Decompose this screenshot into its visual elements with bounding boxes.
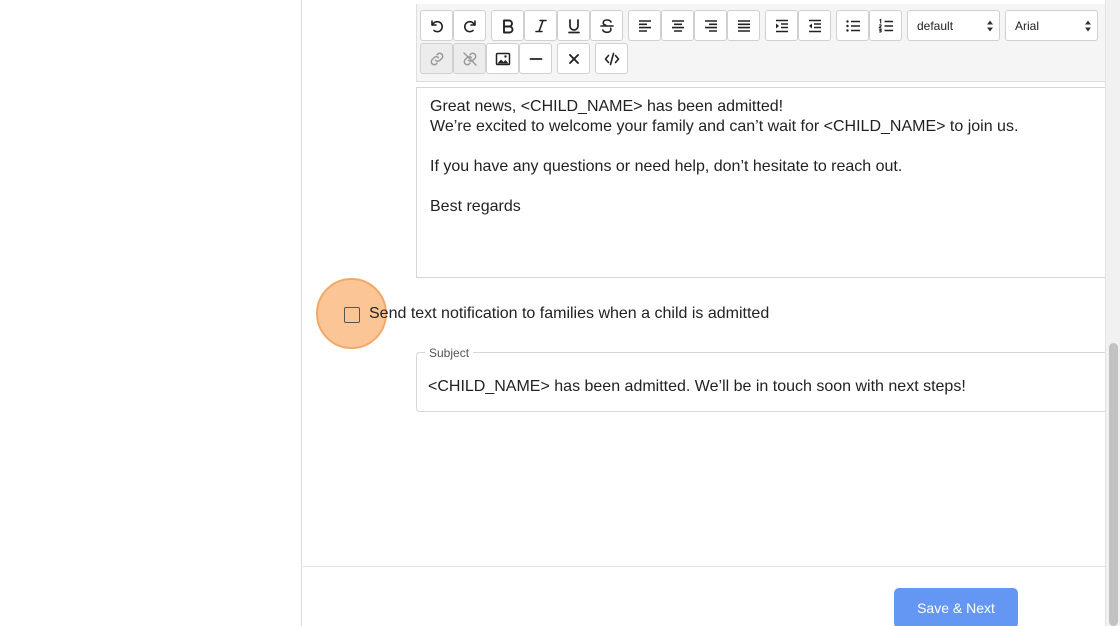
email-body-editor[interactable]: Great news, <CHILD_NAME> has been admitt… (416, 87, 1116, 278)
paragraph-style-value: default (917, 18, 954, 33)
numbered-list-icon (878, 18, 893, 33)
undo-button[interactable] (420, 10, 453, 41)
font-family-value: Arial (1015, 18, 1040, 33)
strikethrough-button[interactable] (590, 10, 623, 41)
image-icon (495, 52, 510, 65)
align-justify-icon (737, 19, 750, 32)
align-justify-button[interactable] (727, 10, 760, 41)
outdent-button[interactable] (798, 10, 831, 41)
numbered-list-button[interactable] (869, 10, 902, 41)
subject-field[interactable]: Subject <CHILD_NAME> has been admitted. … (416, 346, 1116, 412)
editor-line: Best regards (430, 198, 521, 215)
outdent-icon (808, 19, 821, 32)
editor-line (430, 137, 1103, 157)
horizontal-rule-button[interactable] (519, 43, 552, 74)
vertical-scrollbar[interactable] (1105, 0, 1120, 626)
select-arrows-icon (1085, 20, 1091, 32)
italic-icon (534, 19, 547, 32)
left-panel (0, 0, 302, 626)
editor-line: We’re excited to welcome your family and… (430, 118, 1019, 135)
editor-toolbar: default Arial (416, 4, 1116, 82)
redo-icon (463, 19, 476, 32)
code-view-button[interactable] (595, 43, 628, 74)
indent-button[interactable] (765, 10, 798, 41)
align-left-icon (638, 19, 651, 32)
editor-line: Great news, <CHILD_NAME> has been admitt… (430, 98, 784, 115)
bold-button[interactable] (491, 10, 524, 41)
editor-line (430, 177, 1103, 197)
email-template-editor: default Arial Great news, <CHILD_NAME> h… (303, 0, 1116, 626)
paragraph-style-select[interactable]: default (907, 10, 1000, 41)
bullet-list-button[interactable] (836, 10, 869, 41)
align-center-button[interactable] (661, 10, 694, 41)
bold-icon (502, 19, 513, 33)
bullet-list-icon (845, 19, 860, 32)
underline-button[interactable] (557, 10, 590, 41)
insert-image-button[interactable] (486, 43, 519, 74)
undo-icon (430, 19, 443, 32)
code-view-icon (604, 52, 619, 65)
link-icon (430, 52, 443, 65)
align-right-icon (704, 19, 717, 32)
font-family-select[interactable]: Arial (1005, 10, 1098, 41)
scrollbar-thumb[interactable] (1109, 343, 1118, 626)
sms-notification-checkbox[interactable] (344, 307, 360, 323)
indent-icon (775, 19, 788, 32)
italic-button[interactable] (524, 10, 557, 41)
align-center-icon (671, 19, 684, 32)
footer-divider (303, 566, 1105, 567)
link-button[interactable] (420, 43, 453, 74)
subject-label: Subject (425, 346, 474, 360)
strikethrough-icon (599, 18, 614, 33)
align-right-button[interactable] (694, 10, 727, 41)
horizontal-rule-icon (529, 57, 542, 60)
clear-format-icon (568, 53, 579, 64)
sms-notification-label[interactable]: Send text notification to families when … (369, 305, 769, 323)
save-next-button[interactable]: Save & Next (894, 588, 1018, 626)
clear-format-button[interactable] (557, 43, 590, 74)
unlink-icon (462, 51, 477, 66)
unlink-button[interactable] (453, 43, 486, 74)
subject-input[interactable]: <CHILD_NAME> has been admitted. We’ll be… (428, 378, 966, 396)
select-arrows-icon (987, 20, 993, 32)
align-left-button[interactable] (628, 10, 661, 41)
redo-button[interactable] (453, 10, 486, 41)
editor-line: If you have any questions or need help, … (430, 158, 903, 175)
underline-icon (567, 18, 580, 33)
